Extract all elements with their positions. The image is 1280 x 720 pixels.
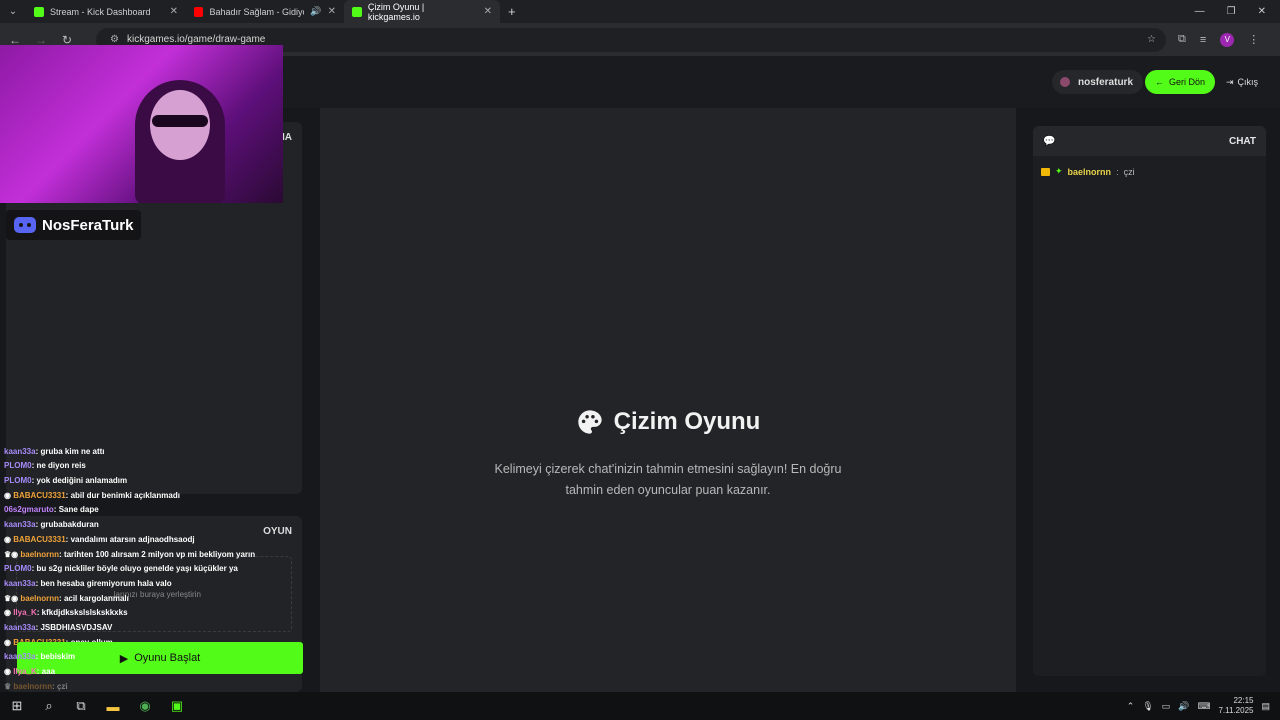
user-menu[interactable]: nosferaturk <box>1052 70 1144 94</box>
webcam-overlay <box>0 45 283 203</box>
stream-chat-line: ◉ BABACU3331: vandalımı atarsın adjnaodh… <box>4 534 195 544</box>
tab-youtube[interactable]: Bahadır Sağlam - Gidiyor G 🔊 ✕ <box>186 0 344 23</box>
page-title: Çizim Oyunu <box>613 408 761 435</box>
os-taskbar: ⊞ ⌕ ⧉ ▬ ◉ ▣ ⌃ 🎙 ▭ 🔊 ⌨ 22:15 7.11.2025 ▤ <box>0 692 1280 720</box>
chrome-icon[interactable]: ◉ <box>136 697 154 715</box>
page-title-wrap: Çizim Oyunu <box>576 408 761 436</box>
youtube-favicon-icon <box>194 6 204 17</box>
stream-chat-line: ◉ Ilya_K: aaa <box>4 667 56 676</box>
clock[interactable]: 22:15 7.11.2025 <box>1218 696 1253 716</box>
chat-title: CHAT <box>1228 135 1256 147</box>
discord-tag: NosFeraTurk <box>6 210 142 240</box>
stream-chat-line: ♛◉ baelnornn: acil kargolanmalı <box>4 593 129 603</box>
tab-search-chevron-icon[interactable]: ⌄ <box>0 0 26 23</box>
maximize-icon[interactable]: ❐ <box>1227 6 1236 17</box>
clock-time: 22:15 <box>1233 696 1254 705</box>
sparkle-badge-icon: ✦ <box>1055 166 1063 176</box>
search-icon[interactable]: ⌕ <box>40 697 58 715</box>
new-tab-button[interactable]: + <box>500 0 524 23</box>
tray-chevron-icon[interactable]: ⌃ <box>1127 701 1135 712</box>
mic-icon[interactable]: 🎙 <box>1142 701 1153 712</box>
stream-chat-line: PLOM0: ne diyon reis <box>4 461 86 471</box>
system-tray: ⌃ 🎙 ▭ 🔊 ⌨ 22:15 7.11.2025 ▤ <box>1127 696 1280 716</box>
exit-label: Çıkış <box>1237 77 1259 87</box>
close-window-icon[interactable]: ✕ <box>1258 6 1266 17</box>
back-label: Geri Dön <box>1169 77 1206 87</box>
arrow-left-icon: ← <box>1155 77 1164 87</box>
stream-chat-line: ♛◉ baelnornn: tarihten 100 alırsam 2 mil… <box>4 549 256 559</box>
user-avatar <box>1060 77 1070 87</box>
speaker-icon[interactable]: 🔊 <box>310 6 321 17</box>
minimize-icon[interactable]: — <box>1195 6 1205 17</box>
tab-kick-dashboard[interactable]: Stream - Kick Dashboard ✕ <box>26 0 186 23</box>
stream-chat-line: kaan33a: bebiskim <box>4 652 76 662</box>
hero: Çizim Oyunu Kelimeyi çizerek chat'inizin… <box>320 408 1016 501</box>
extensions-icon[interactable]: ⧉ <box>1178 33 1186 46</box>
chat-panel: 💬 CHAT ✦ baelnornn : çzi <box>1033 126 1266 676</box>
profile-avatar[interactable]: V <box>1220 32 1235 47</box>
streamer-name: NosFeraTurk <box>42 216 134 234</box>
tab-draw-game[interactable]: Çizim Oyunu | kickgames.io ✕ <box>344 0 500 23</box>
keyboard-icon[interactable]: ⌨ <box>1197 701 1210 712</box>
chat-username[interactable]: baelnornn <box>1068 167 1112 177</box>
close-icon[interactable]: ✕ <box>484 6 492 17</box>
stream-chat-line: kaan33a: grubabakduran <box>4 520 99 530</box>
chat-separator: : <box>1116 166 1119 177</box>
stream-chat-line: PLOM0: yok dediğini anlamadım <box>4 476 128 486</box>
chat-bubbles-icon: 💬 <box>1043 135 1056 147</box>
stream-chat-faded <box>2 430 302 445</box>
stream-chat-line: ◉ Ilya_K: kfkdjdkskslslskskkxks <box>4 608 128 618</box>
chat-header: 💬 CHAT <box>1033 126 1266 156</box>
menu-dots-icon[interactable]: ⋮ <box>1248 33 1259 46</box>
username: nosferaturk <box>1078 76 1134 88</box>
tab-title: Stream - Kick Dashboard <box>50 6 151 17</box>
stream-chat-line: kaan33a: gruba kim ne attı <box>4 446 105 456</box>
network-icon[interactable]: ▭ <box>1162 701 1171 712</box>
site-info-icon[interactable]: ⚙ <box>110 34 119 45</box>
kickgames-favicon-icon <box>352 6 362 17</box>
exit-button[interactable]: ⇥ Çıkış <box>1220 70 1264 94</box>
notifications-icon[interactable]: ▤ <box>1261 701 1270 712</box>
stream-chat-line: kaan33a: JSBDHIASVDJSAV <box>4 622 113 632</box>
close-icon[interactable]: ✕ <box>328 6 336 17</box>
clock-date: 7.11.2025 <box>1218 706 1254 715</box>
back-button[interactable]: ← Geri Dön <box>1145 70 1216 94</box>
discord-icon <box>14 217 36 233</box>
streamer-glasses <box>152 115 208 127</box>
stream-chat-line: kaan33a: ben hesaba giremiyorum hala val… <box>4 578 172 588</box>
chat-message: ✦ baelnornn : çzi <box>1033 156 1266 187</box>
browser-tab-strip: ⌄ Stream - Kick Dashboard ✕ Bahadır Sağl… <box>0 0 1280 23</box>
close-icon[interactable]: ✕ <box>170 6 178 17</box>
stream-chat-line: ♛ baelnornn: çzi <box>4 681 68 691</box>
game-canvas-area: Çizim Oyunu Kelimeyi çizerek chat'inizin… <box>320 108 1016 692</box>
stream-chat-line: 06s2gmaruto: Sane dape <box>4 505 99 515</box>
chat-text: çzi <box>1123 166 1135 177</box>
bookmark-star-icon[interactable]: ☆ <box>1147 34 1156 45</box>
stream-chat-line: ◉ BABACU3331: abil dur benimki açıklanma… <box>4 490 180 500</box>
media-icon[interactable]: ≡ <box>1200 34 1206 46</box>
page-description: Kelimeyi çizerek chat'inizin tahmin etme… <box>494 462 842 497</box>
windows-start-icon[interactable]: ⊞ <box>8 697 26 715</box>
kick-favicon-icon <box>34 6 44 17</box>
palette-icon <box>577 410 602 434</box>
url-text: kickgames.io/game/draw-game <box>126 34 266 45</box>
window-controls: — ❐ ✕ <box>1195 6 1280 17</box>
volume-icon[interactable]: 🔊 <box>1178 701 1189 712</box>
crown-badge-icon <box>1041 167 1050 176</box>
logout-icon: ⇥ <box>1226 76 1234 87</box>
tab-title: Çizim Oyunu | kickgames.io <box>367 1 425 22</box>
file-explorer-icon[interactable]: ▬ <box>104 697 122 715</box>
tab-title: Bahadır Sağlam - Gidiyor G <box>209 6 304 17</box>
task-view-icon[interactable]: ⧉ <box>72 697 90 715</box>
kick-app-icon[interactable]: ▣ <box>168 697 186 715</box>
stream-chat-overlay: kaan33a: gruba kim ne attı PLOM0: ne diy… <box>2 430 302 692</box>
stream-chat-line: PLOM0: bu s2g nickliler böyle oluyo gene… <box>4 564 238 574</box>
